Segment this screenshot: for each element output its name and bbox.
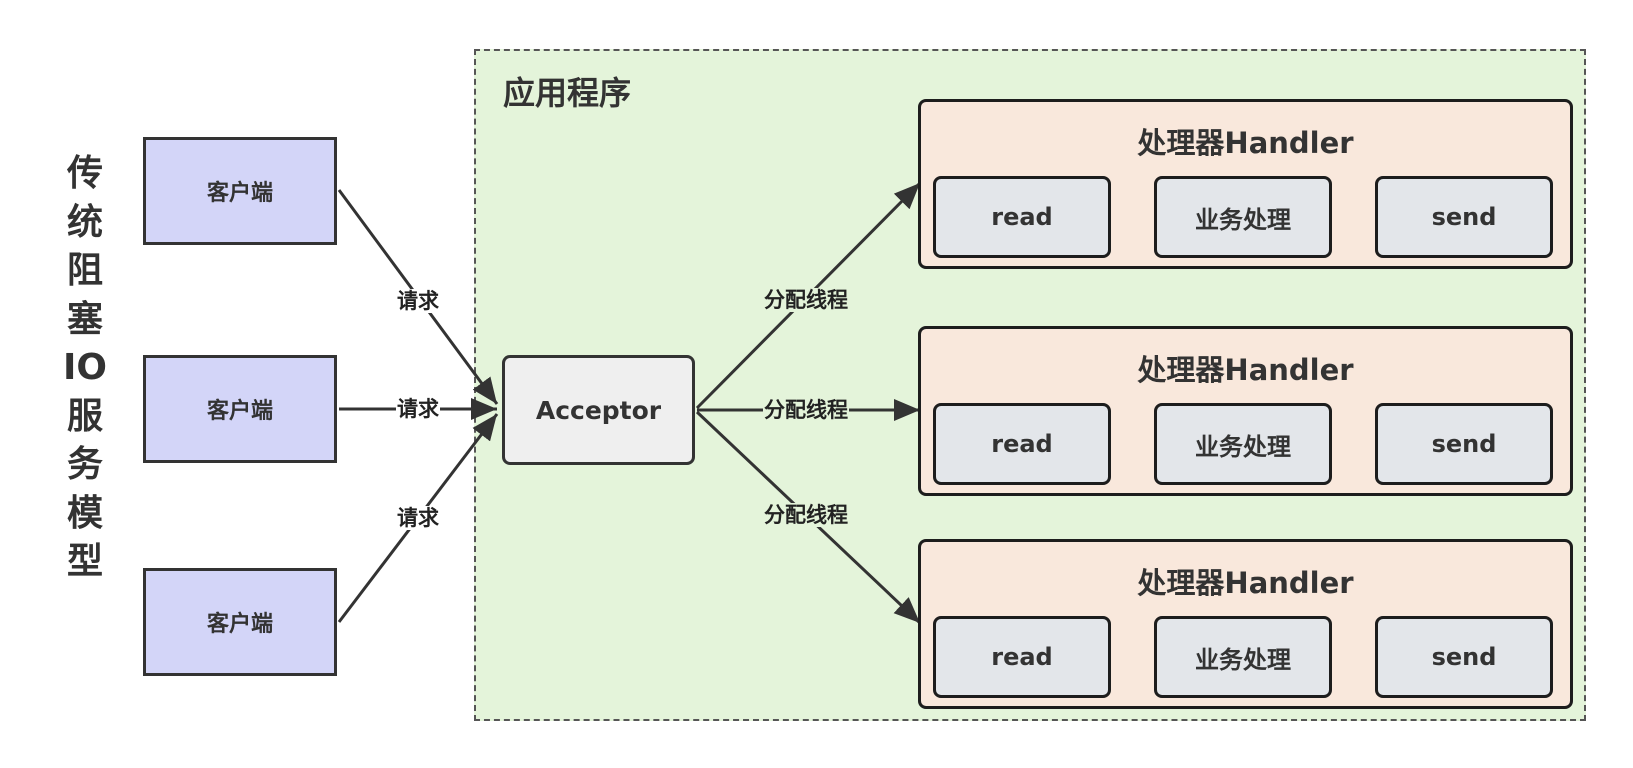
handler-title: 处理器Handler <box>1137 126 1354 160</box>
handler-title: 处理器Handler <box>1137 353 1354 387</box>
client-node-1: 客户端 <box>143 137 337 245</box>
request-label-2: 请求 <box>396 397 440 421</box>
diagram-canvas: 传统阻塞IO服务模型 应用程序 客户端 客户端 客户端 请求 请求 请求 Acc… <box>0 0 1633 768</box>
handler-title: 处理器Handler <box>1137 566 1354 600</box>
dispatch-label-1: 分配线程 <box>763 288 849 312</box>
acceptor-node: Acceptor <box>502 355 695 465</box>
dispatch-label-3: 分配线程 <box>763 503 849 527</box>
send-step: send <box>1375 403 1553 485</box>
client-node-3: 客户端 <box>143 568 337 676</box>
read-step: read <box>933 616 1111 698</box>
business-step: 业务处理 <box>1154 176 1332 258</box>
request-label-3: 请求 <box>396 506 440 530</box>
client-node-2: 客户端 <box>143 355 337 463</box>
read-step: read <box>933 176 1111 258</box>
dispatch-label-2: 分配线程 <box>763 398 849 422</box>
send-step: send <box>1375 176 1553 258</box>
request-label-1: 请求 <box>396 289 440 313</box>
business-step: 业务处理 <box>1154 403 1332 485</box>
business-step: 业务处理 <box>1154 616 1332 698</box>
send-step: send <box>1375 616 1553 698</box>
read-step: read <box>933 403 1111 485</box>
